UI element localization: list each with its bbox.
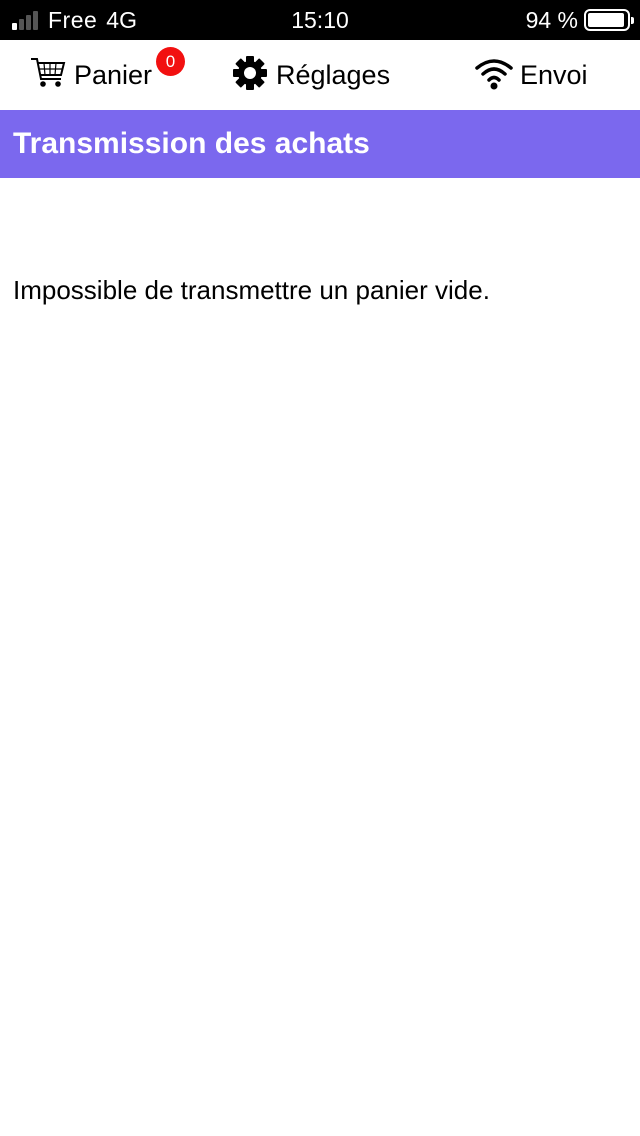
nav-item-reglages[interactable]: Réglages bbox=[232, 40, 390, 110]
status-bar: Free 4G 15:10 94 % bbox=[0, 0, 640, 40]
gear-icon bbox=[232, 55, 268, 96]
nav-item-envoi[interactable]: Envoi bbox=[474, 40, 588, 110]
top-navigation: Panier 0 Réglages Envoi bbox=[0, 40, 640, 110]
battery-percent: 94 % bbox=[525, 6, 578, 33]
status-right: 94 % bbox=[525, 0, 634, 40]
battery-level-fill bbox=[588, 13, 624, 27]
battery-icon bbox=[584, 9, 634, 31]
nav-item-panier[interactable]: Panier 0 bbox=[30, 40, 185, 110]
nav-label-reglages: Réglages bbox=[276, 59, 391, 90]
nav-label-envoi: Envoi bbox=[520, 59, 588, 90]
cart-count-badge: 0 bbox=[156, 47, 185, 76]
empty-cart-message: Impossible de transmettre un panier vide… bbox=[13, 275, 490, 305]
wifi-icon bbox=[474, 56, 514, 95]
page-title: Transmission des achats bbox=[0, 110, 640, 178]
cart-icon bbox=[30, 56, 66, 95]
nav-label-panier: Panier bbox=[74, 59, 153, 90]
